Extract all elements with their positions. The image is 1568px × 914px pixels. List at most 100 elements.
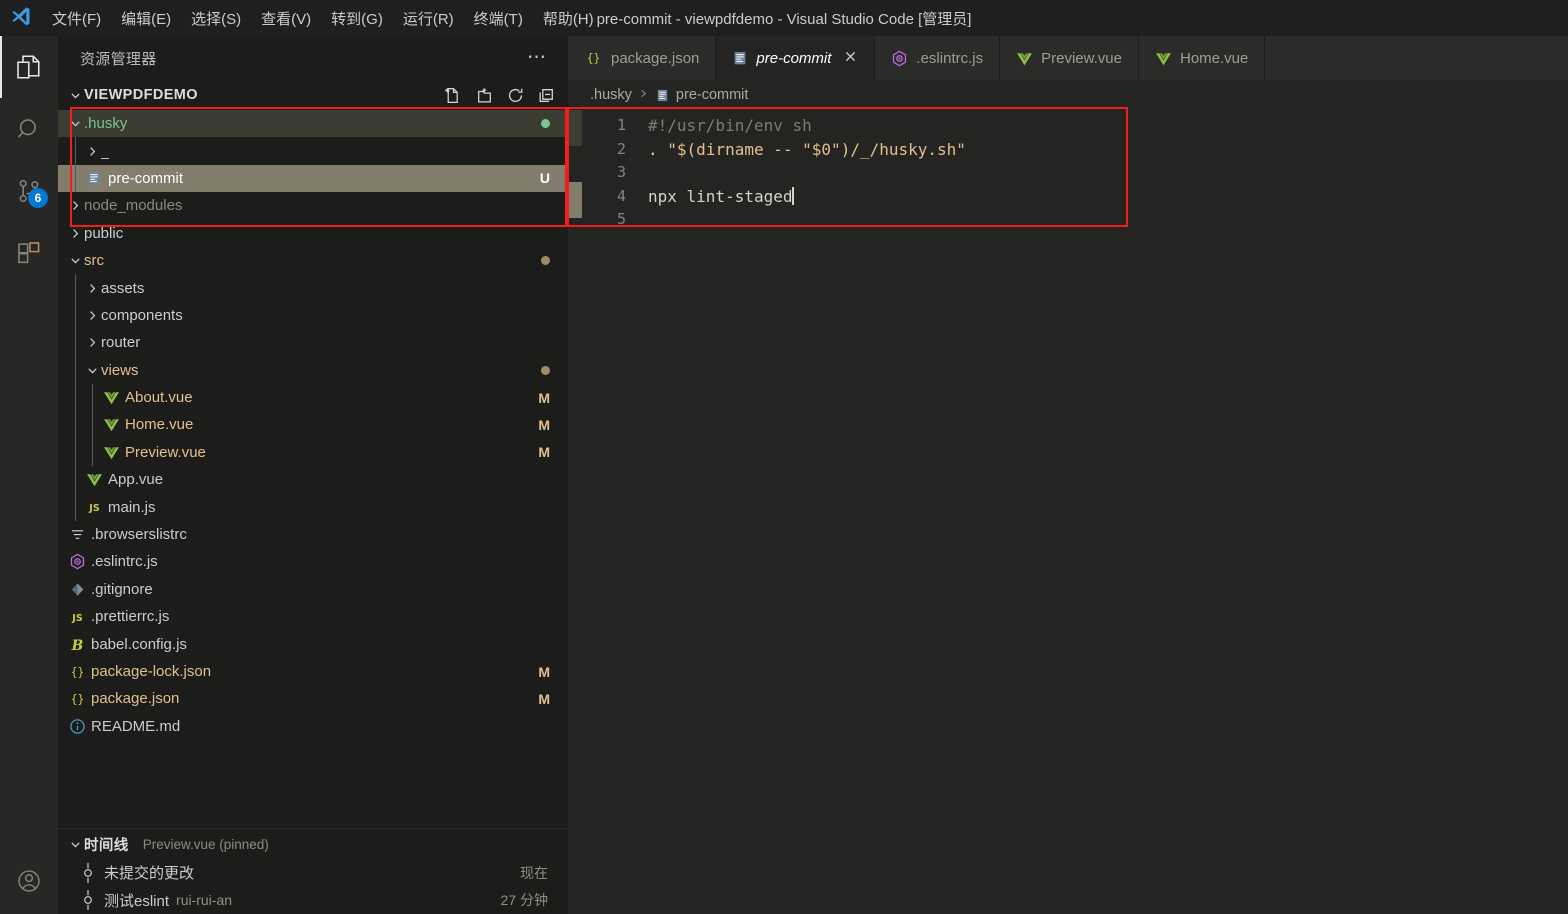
new-file-icon[interactable]: [444, 86, 463, 105]
tab-eslintrc-js[interactable]: .eslintrc.js: [875, 36, 1001, 80]
breadcrumb-folder[interactable]: .husky: [590, 87, 632, 103]
file-tree[interactable]: .husky _ pre-commit U node_modulespublic src a…: [58, 110, 568, 828]
chevron-down-icon: [66, 837, 84, 852]
tree-file-about-vue[interactable]: About.vue M: [58, 383, 568, 412]
menu-selection[interactable]: 选择(S): [181, 0, 251, 36]
tree-file-app-vue[interactable]: App.vue: [58, 466, 568, 494]
menu-help[interactable]: 帮助(H): [533, 0, 604, 36]
editor-overview-ruler: [568, 110, 582, 914]
activity-explorer[interactable]: [0, 36, 58, 98]
timeline-row-time: 27 分钟: [500, 892, 548, 909]
tree-item-label: babel.config.js: [91, 635, 187, 653]
tree-file-package-lock-json[interactable]: {} package-lock.json M: [58, 658, 568, 685]
chevron-right-icon[interactable]: [66, 226, 84, 241]
indent-guide: [75, 493, 76, 521]
vue-file-icon: [100, 444, 122, 461]
tree-file-preview-vue[interactable]: Preview.vue M: [58, 438, 568, 467]
activity-extensions[interactable]: [0, 222, 58, 284]
line-number: 3: [616, 163, 626, 182]
close-icon[interactable]: [843, 49, 858, 68]
vue-file-icon: [100, 416, 122, 433]
tree-folder-husky[interactable]: .husky: [58, 110, 568, 138]
tree-folder-router[interactable]: router: [58, 329, 568, 357]
activity-accounts[interactable]: [0, 852, 58, 914]
tree-item-label: App.vue: [108, 471, 164, 489]
activity-search[interactable]: [0, 98, 58, 160]
chevron-right-icon[interactable]: [66, 198, 84, 213]
menu-file[interactable]: 文件(F): [42, 0, 111, 36]
code-line[interactable]: [648, 161, 1568, 185]
tab-package-json[interactable]: {} package.json: [568, 36, 717, 80]
code-line[interactable]: [648, 208, 1568, 232]
indent-guide: [75, 383, 76, 412]
menu-go[interactable]: 转到(G): [321, 0, 393, 36]
indent-guide: [75, 274, 76, 302]
git-status-badge: M: [538, 416, 550, 433]
tab-label: Preview.vue: [1041, 49, 1122, 67]
tree-file-eslintrc-js[interactable]: .eslintrc.js: [58, 548, 568, 575]
tree-folder-views[interactable]: views: [58, 356, 568, 384]
tree-item-label: package.json: [91, 690, 180, 708]
script-file-icon: [655, 88, 670, 103]
tree-folder-node-modules[interactable]: node_modules: [58, 192, 568, 219]
tree-folder-src[interactable]: src: [58, 247, 568, 274]
git-file-icon: [66, 581, 88, 598]
tree-file-prettierrc-js[interactable]: JS .prettierrc.js: [58, 603, 568, 630]
code-content[interactable]: #!/usr/bin/env sh. "$(dirname -- "$0")/_…: [634, 110, 1568, 914]
tab-pre-commit[interactable]: pre-commit: [716, 36, 876, 80]
tree-file-readme-md[interactable]: README.md: [58, 713, 568, 740]
timeline-row[interactable]: 测试eslint rui-rui-an 27 分钟: [58, 887, 568, 914]
tab-home-vue[interactable]: Home.vue: [1138, 36, 1266, 80]
tree-file-gitignore[interactable]: .gitignore: [58, 576, 568, 603]
git-status-badge: M: [538, 690, 550, 707]
tab-preview-vue[interactable]: Preview.vue: [1000, 36, 1139, 80]
indent-guide: [75, 466, 76, 494]
refresh-icon[interactable]: [506, 86, 525, 105]
ellipsis-icon[interactable]: ⋯: [527, 48, 548, 67]
tree-file-main-js[interactable]: JS main.js: [58, 493, 568, 521]
tree-folder-components[interactable]: components: [58, 301, 568, 330]
vue-file-icon: [1016, 50, 1033, 67]
code-editor[interactable]: 1 2 3 4 5 #!/usr/bin/env sh. "$(dirname -- "…: [568, 110, 1568, 914]
tree-file-babel-config-js[interactable]: Bbabel.config.js: [58, 630, 568, 657]
menu-terminal[interactable]: 终端(T): [464, 0, 533, 36]
tree-item-label: node_modules: [84, 197, 183, 215]
tree-item-label: views: [101, 361, 139, 379]
menu-view[interactable]: 查看(V): [251, 0, 321, 36]
tree-item-label: pre-commit: [108, 169, 184, 187]
vue-file-icon: [83, 471, 105, 488]
tree-file-browserslistrc[interactable]: .browserslistrc: [58, 521, 568, 548]
indent-guide: [75, 356, 76, 384]
chevron-down-icon[interactable]: [66, 116, 84, 131]
breadcrumb-file[interactable]: pre-commit: [655, 87, 748, 103]
tree-item-label: Home.vue: [125, 416, 194, 434]
menu-edit[interactable]: 编辑(E): [111, 0, 181, 36]
chevron-right-icon[interactable]: [83, 308, 101, 323]
chevron-right-icon[interactable]: [83, 144, 101, 159]
tree-folder-[interactable]: _: [58, 137, 568, 165]
tree-folder-assets[interactable]: assets: [58, 274, 568, 302]
indent-guide: [75, 164, 76, 193]
chevron-right-icon[interactable]: [83, 281, 101, 296]
menu-run[interactable]: 运行(R): [393, 0, 464, 36]
collapse-all-icon[interactable]: [537, 86, 556, 105]
code-line[interactable]: . "$(dirname -- "$0")/_/husky.sh": [648, 138, 1568, 162]
activity-source-control[interactable]: 6: [0, 160, 58, 222]
tree-file-home-vue[interactable]: Home.vue M: [58, 411, 568, 439]
git-status-dot: [541, 365, 550, 375]
tree-item-label: package-lock.json: [91, 663, 212, 680]
chevron-down-icon[interactable]: [83, 363, 101, 378]
new-folder-icon[interactable]: [475, 86, 494, 105]
chevron-down-icon[interactable]: [66, 253, 84, 268]
code-line[interactable]: npx lint-staged: [648, 185, 1568, 209]
timeline-row[interactable]: 未提交的更改 现在: [58, 859, 568, 886]
code-line[interactable]: #!/usr/bin/env sh: [648, 114, 1568, 138]
timeline-header[interactable]: 时间线 Preview.vue (pinned): [58, 829, 568, 859]
tree-file-package-json[interactable]: {} package.json M: [58, 685, 568, 712]
tree-folder-public[interactable]: public: [58, 220, 568, 247]
tree-file-pre-commit[interactable]: pre-commit U: [58, 164, 568, 193]
chevron-right-icon[interactable]: [83, 335, 101, 350]
line-number: 4: [616, 186, 626, 205]
indent-guide: [75, 137, 76, 165]
explorer-root-header[interactable]: VIEWPDFDEMO: [58, 80, 568, 110]
